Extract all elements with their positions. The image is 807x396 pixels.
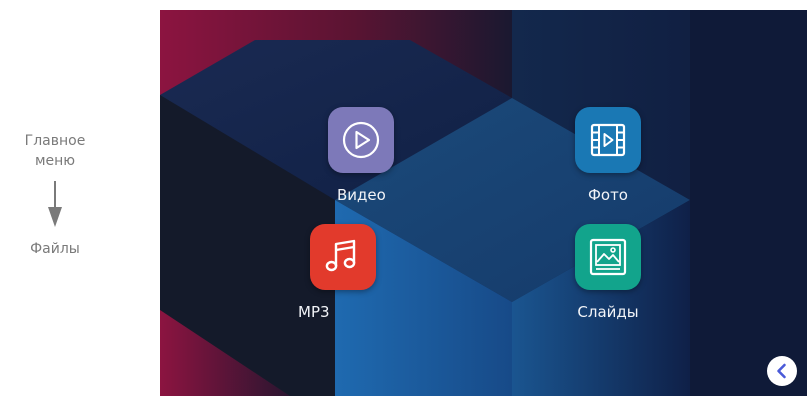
film-strip-icon: [590, 123, 626, 157]
back-button[interactable]: [767, 356, 797, 386]
app-photo-label: Фото: [587, 186, 628, 204]
mp3-tile[interactable]: [310, 224, 376, 290]
slides-tile[interactable]: [575, 224, 641, 290]
app-mp3-label: MP3: [298, 303, 330, 321]
music-note-icon: [325, 239, 356, 272]
app-photo[interactable]: Фото: [538, 107, 678, 204]
navigation-path-note: Главное меню Файлы: [0, 0, 160, 396]
page: Главное меню Файлы Видео Фото MP3 Слайды: [0, 0, 807, 396]
play-circle-icon: [342, 121, 380, 159]
path-to-files: Файлы: [30, 241, 80, 257]
app-mp3[interactable]: MP3: [273, 224, 413, 321]
app-slides[interactable]: Слайды: [538, 224, 678, 321]
picture-frame-icon: [589, 238, 627, 276]
path-from-main-menu: Главное меню: [24, 133, 86, 169]
app-slides-label: Слайды: [577, 303, 639, 321]
photo-tile[interactable]: [575, 107, 641, 173]
chevron-left-icon: [777, 363, 786, 379]
down-arrow-icon: [48, 181, 62, 227]
background-wallpaper: [160, 10, 807, 396]
device-screen: Видео Фото MP3 Слайды: [160, 10, 807, 396]
video-tile[interactable]: [328, 107, 394, 173]
app-video-label: Видео: [337, 186, 386, 204]
app-video[interactable]: Видео: [291, 107, 431, 204]
